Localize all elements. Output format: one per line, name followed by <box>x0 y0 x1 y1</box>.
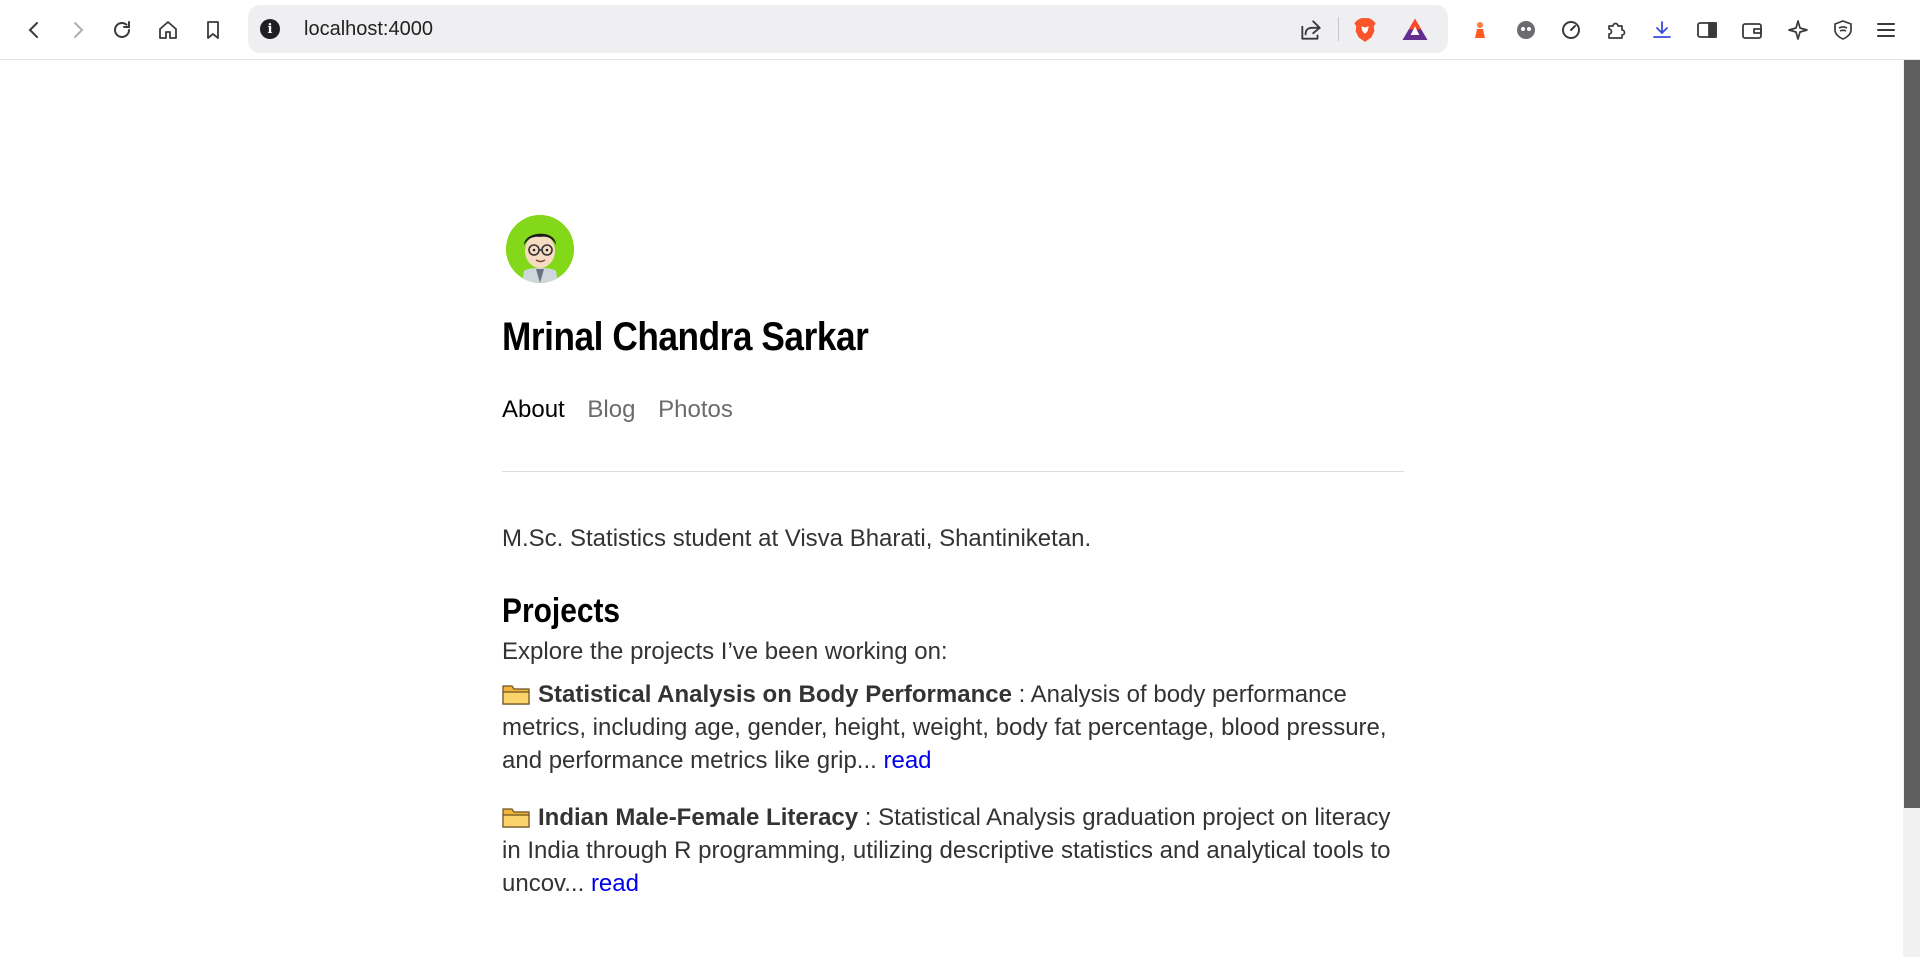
brave-shields-icon[interactable] <box>1350 15 1380 45</box>
address-bar[interactable]: i localhost:4000 <box>248 5 1448 53</box>
wallet-icon[interactable] <box>1734 12 1770 48</box>
site-info-icon[interactable]: i <box>260 19 280 39</box>
sidebar-icon[interactable] <box>1689 12 1725 48</box>
speed-icon[interactable] <box>1553 12 1589 48</box>
downloads-icon[interactable] <box>1644 12 1680 48</box>
forward-icon[interactable] <box>60 12 96 48</box>
extensions-icon[interactable] <box>1598 12 1634 48</box>
site-nav: About Blog Photos <box>502 396 749 424</box>
url-text[interactable]: localhost:4000 <box>304 18 433 41</box>
back-icon[interactable] <box>16 12 52 48</box>
scrollbar-thumb[interactable] <box>1904 60 1920 808</box>
reload-icon[interactable] <box>104 12 140 48</box>
header-divider <box>502 471 1404 472</box>
web-page: Mrinal Chandra Sarkar About Blog Photos … <box>0 60 1903 957</box>
share-icon[interactable] <box>1298 17 1324 43</box>
project-title[interactable]: Statistical Analysis on Body Performance <box>538 681 1012 708</box>
nav-about[interactable]: About <box>502 396 565 423</box>
project-item: Indian Male-Female Literacy : Statistica… <box>502 801 1404 900</box>
home-icon[interactable] <box>150 12 186 48</box>
folder-icon <box>502 804 530 828</box>
project-separator: : <box>858 804 879 831</box>
leo-icon[interactable] <box>1462 12 1498 48</box>
project-separator: : <box>1011 681 1031 708</box>
read-more-link[interactable]: read <box>883 747 931 774</box>
ai-icon[interactable] <box>1780 12 1816 48</box>
bookmark-icon[interactable] <box>195 12 231 48</box>
nav-photos[interactable]: Photos <box>658 396 733 423</box>
projects-heading: Projects <box>502 592 621 630</box>
read-more-link[interactable]: read <box>591 870 639 897</box>
site-title[interactable]: Mrinal Chandra Sarkar <box>502 315 869 360</box>
project-title[interactable]: Indian Male-Female Literacy <box>538 804 858 831</box>
browser-toolbar: i localhost:4000 <box>0 0 1920 60</box>
url-divider <box>1338 17 1339 41</box>
nav-blog[interactable]: Blog <box>587 396 635 423</box>
folder-icon <box>502 681 530 705</box>
brave-rewards-icon[interactable] <box>1400 15 1430 45</box>
project-item: Statistical Analysis on Body Performance… <box>502 678 1404 777</box>
vpn-icon[interactable] <box>1508 12 1544 48</box>
menu-icon[interactable] <box>1868 12 1904 48</box>
avatar[interactable] <box>506 215 574 283</box>
projects-intro: Explore the projects I’ve been working o… <box>502 638 948 665</box>
bio-text: M.Sc. Statistics student at Visva Bharat… <box>502 525 1092 552</box>
shield-icon[interactable] <box>1825 12 1861 48</box>
